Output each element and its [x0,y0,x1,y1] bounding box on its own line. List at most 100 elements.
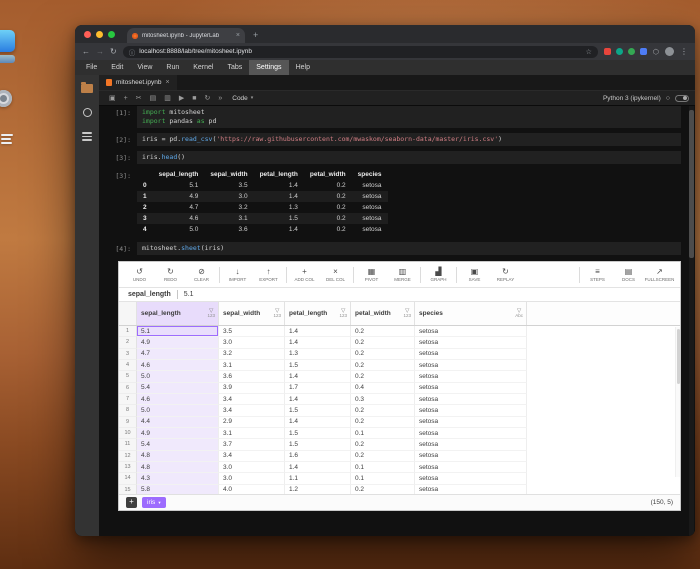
paste-button[interactable]: ▥ [160,91,175,106]
copy-button[interactable]: ▤ [146,91,161,106]
mito-grid[interactable]: sepal_length▽123sepal_width▽123petal_len… [119,302,680,494]
finder-dock-icon[interactable] [0,30,15,52]
grid-cell[interactable]: 4.3 [137,473,219,484]
mito-graph-button[interactable]: ▟GRAPH [423,267,454,282]
mito-import-button[interactable]: ↓IMPORT [222,267,253,282]
menu-edit[interactable]: Edit [104,60,130,75]
row-index[interactable]: 8 [119,405,137,416]
tab-close-icon[interactable]: × [236,32,240,39]
grid-cell[interactable]: 0.2 [351,439,415,450]
row-index[interactable]: 15 [119,485,137,494]
mito-docs-button[interactable]: ▤DOCS [613,267,644,282]
code-cell-2[interactable]: [2]: iris = pd.read_csv('https://raw.git… [102,133,695,146]
save-button[interactable]: ▣ [105,91,120,106]
add-sheet-button[interactable]: + [126,497,137,508]
grid-cell[interactable]: setosa [415,405,527,416]
back-icon[interactable]: ← [82,48,90,56]
grid-cell[interactable]: setosa [415,360,527,371]
grid-cell[interactable]: 2.9 [219,417,285,428]
browser-menu-icon[interactable]: ⋮ [680,48,688,56]
grid-cell[interactable]: setosa [415,371,527,382]
grid-cell[interactable]: 3.1 [219,428,285,439]
grid-cell[interactable]: 1.5 [285,360,351,371]
grid-cell[interactable]: 0.2 [351,451,415,462]
grid-cell[interactable]: 1.5 [285,405,351,416]
interrupt-button[interactable]: ■ [188,91,200,106]
table-of-contents-icon[interactable] [82,132,92,143]
grid-cell[interactable]: 0.2 [351,371,415,382]
site-info-icon[interactable]: ⓘ [129,47,136,57]
notebook-scrollbar[interactable] [689,106,694,536]
grid-cell[interactable]: 4.4 [137,417,219,428]
code-editor[interactable]: import mitosheetimport pandas as pd [137,106,681,128]
browser-tab[interactable]: mitosheet.ipynb - JupyterLab × [127,28,245,43]
row-index[interactable]: 1 [119,326,137,337]
close-window-button[interactable] [84,31,91,38]
grid-cell[interactable]: 4.8 [137,451,219,462]
grid-cell[interactable]: 5.8 [137,485,219,494]
mito-replay-button[interactable]: ↻REPLAY [490,267,521,282]
reload-icon[interactable]: ↻ [110,48,117,56]
mito-formula-bar[interactable]: sepal_length 5.1 [119,288,680,302]
grid-cell[interactable]: 1.4 [285,371,351,382]
code-cell-4[interactable]: [4]: mitosheet.sheet(iris) [102,242,695,255]
grid-cell[interactable]: setosa [415,428,527,439]
grid-cell[interactable]: 3.9 [219,383,285,394]
grid-cell[interactable]: 5.1 [137,326,219,337]
column-header-petal_length[interactable]: petal_length▽123 [285,302,351,325]
grid-cell[interactable]: 1.4 [285,394,351,405]
grid-cell[interactable]: 0.2 [351,337,415,348]
mito-del-col-button[interactable]: ×DEL COL [320,267,351,282]
grid-cell[interactable]: 0.2 [351,349,415,360]
grid-cell[interactable]: setosa [415,462,527,473]
file-browser-icon[interactable] [81,84,93,93]
column-header-petal_width[interactable]: petal_width▽123 [351,302,415,325]
grid-cell[interactable]: 3.0 [219,462,285,473]
mito-pivot-button[interactable]: ▦PIVOT [356,267,387,282]
row-index[interactable]: 13 [119,462,137,473]
grid-cell[interactable]: 0.1 [351,428,415,439]
grid-cell[interactable]: 1.4 [285,462,351,473]
code-cell-3[interactable]: [3]: iris.head() [102,151,695,164]
grid-cell[interactable]: setosa [415,349,527,360]
grid-cell[interactable]: 3.4 [219,405,285,416]
grid-cell[interactable]: 3.5 [219,326,285,337]
grid-cell[interactable]: 3.6 [219,371,285,382]
grid-cell[interactable]: 4.9 [137,337,219,348]
forward-icon[interactable]: → [96,48,104,56]
mito-redo-button[interactable]: ↻REDO [155,267,186,282]
row-index[interactable]: 10 [119,428,137,439]
grid-cell[interactable]: 5.4 [137,439,219,450]
menu-run[interactable]: Run [159,60,186,75]
cut-button[interactable]: ✂ [132,91,146,106]
row-index[interactable]: 2 [119,337,137,348]
row-index[interactable]: 5 [119,371,137,382]
grid-cell[interactable]: 0.2 [351,360,415,371]
restart-button[interactable]: ↻ [200,91,214,106]
row-index[interactable]: 7 [119,394,137,405]
new-tab-button[interactable]: + [253,30,258,40]
running-kernels-icon[interactable] [83,108,92,117]
grid-cell[interactable]: 5.0 [137,371,219,382]
grid-cell[interactable]: setosa [415,326,527,337]
grid-cell[interactable]: 1.7 [285,383,351,394]
grid-cell[interactable]: setosa [415,473,527,484]
grid-cell[interactable]: setosa [415,485,527,494]
grid-cell[interactable]: 3.0 [219,473,285,484]
grid-cell[interactable]: setosa [415,337,527,348]
grid-cell[interactable]: 3.4 [219,451,285,462]
grid-cell[interactable]: 1.1 [285,473,351,484]
grid-cell[interactable]: 4.7 [137,349,219,360]
extension-icon[interactable] [616,48,623,55]
row-index[interactable]: 4 [119,360,137,371]
grid-cell[interactable]: setosa [415,417,527,428]
mito-export-button[interactable]: ↑EXPORT [253,267,284,282]
row-index[interactable]: 12 [119,451,137,462]
grid-cell[interactable]: 0.2 [351,326,415,337]
menu-kernel[interactable]: Kernel [186,60,220,75]
dock-icon[interactable] [0,55,15,63]
grid-cell[interactable]: 1.4 [285,337,351,348]
grid-cell[interactable]: 0.3 [351,394,415,405]
row-index[interactable]: 6 [119,383,137,394]
profile-avatar[interactable] [665,47,674,56]
